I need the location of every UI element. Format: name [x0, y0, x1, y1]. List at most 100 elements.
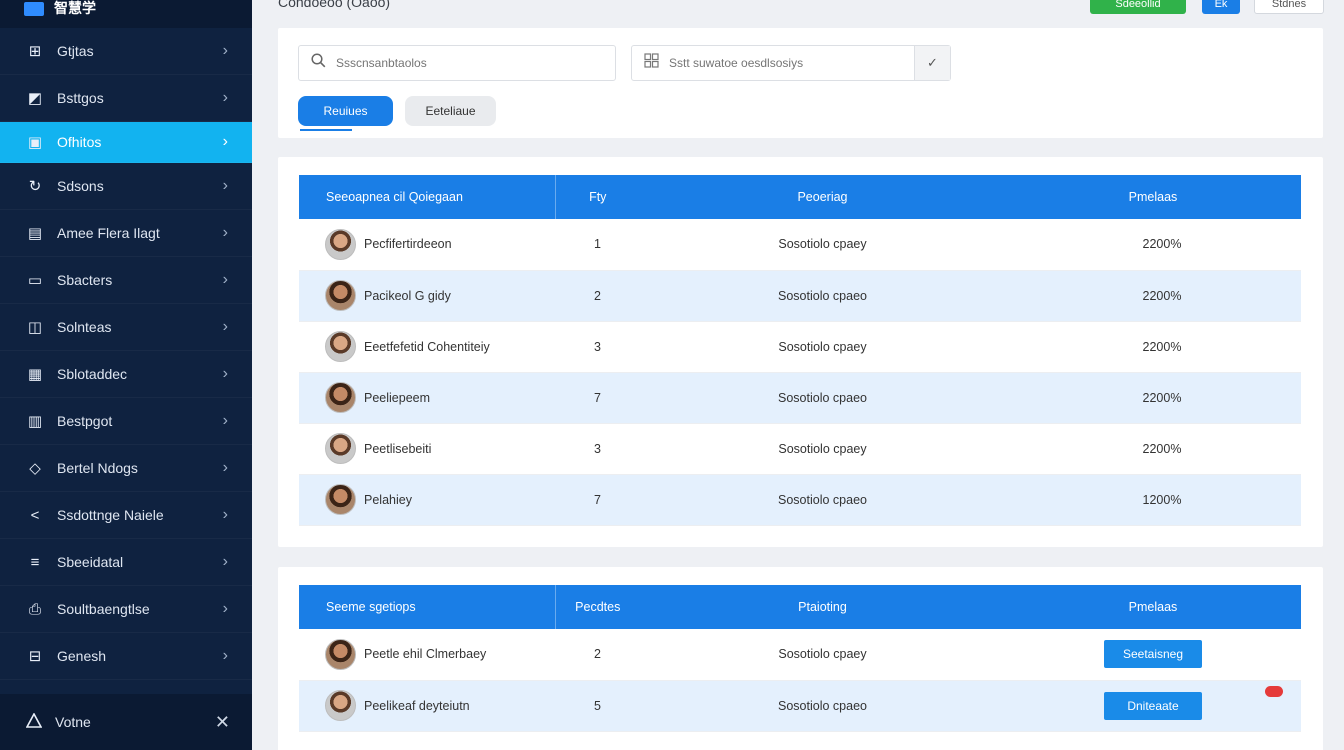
row-name: Pelahiey [364, 492, 412, 507]
name-wrap: Peeliepeem [325, 382, 555, 413]
row-name: Peetlisebeiti [364, 441, 432, 456]
column-header[interactable]: Pmelaas [1005, 175, 1301, 219]
tab-inactive[interactable]: Eeteliaue [405, 96, 496, 126]
sidebar-item-6[interactable]: ◫ Solnteas › [0, 304, 252, 351]
avatar [325, 280, 356, 311]
close-icon[interactable]: ✕ [215, 712, 230, 733]
sidebar-item-3[interactable]: ↻ Sdsons › [0, 163, 252, 210]
sidebar-item-10[interactable]: < Ssdottnge Naiele › [0, 492, 252, 539]
avatar [325, 382, 356, 413]
sidebar-item-9[interactable]: ◇ Bertel Ndogs › [0, 445, 252, 492]
column-header[interactable]: Pecdtes [555, 585, 640, 629]
qty-cell: 3 [594, 441, 601, 456]
secondary-action-button[interactable]: Ek [1202, 0, 1240, 14]
table-row[interactable]: Peeliepeem 7 Sosotiolo cpaeo 2200% [299, 372, 1301, 423]
row-action-button[interactable]: Dniteaate [1104, 691, 1202, 720]
qty-cell: 2 [594, 647, 601, 662]
name-wrap: Pelahiey [325, 484, 555, 515]
sidebar-item-12[interactable]: ⎙ Soultbaengtlse › [0, 586, 252, 633]
sidebar-item-label: Solnteas [57, 319, 112, 335]
table-row[interactable]: Pelahiey 7 Sosotiolo cpaeo 1200% [299, 474, 1301, 525]
qty-cell: 7 [594, 492, 601, 507]
tab-active[interactable]: Reuiues [298, 96, 393, 126]
sidebar-item-label: Ssdottnge Naiele [57, 507, 164, 523]
status-cell: Sosotiolo cpaey [778, 339, 867, 354]
search-box[interactable] [298, 45, 616, 81]
table-row[interactable]: Eeetfefetid Cohentiteiy 3 Sosotiolo cpaey 2… [299, 321, 1301, 372]
chevron-down-icon[interactable]: ✓ [914, 46, 950, 80]
status-cell: Sosotiolo cpaeo [778, 492, 867, 507]
sidebar-item-label: Sdsons [57, 178, 104, 194]
filter-panel: ✓ Reuiues Eeteliaue [278, 28, 1323, 138]
search-input[interactable] [336, 56, 586, 70]
notification-badge [1265, 686, 1283, 697]
sidebar-item-5[interactable]: ▭ Sbacters › [0, 257, 252, 304]
name-cell: Pelahiey [299, 474, 555, 525]
name-cell: Peelikeaf deyteiutn [299, 680, 555, 731]
avatar [325, 433, 356, 464]
sidebar: 智慧学 ⊞ Gtjtas › ◩ Bsttgos › ▣ Ofhitos › ↻ Sdsons › ▤ A… [0, 0, 252, 750]
category-select-input[interactable] [669, 56, 919, 70]
status-cell: Sosotiolo cpaey [778, 237, 867, 252]
column-header[interactable]: Pmelaas [1005, 585, 1301, 629]
qty-cell: 1 [594, 237, 601, 252]
chevron-right-icon: › [222, 459, 228, 476]
percent-cell: 2200% [1142, 339, 1182, 354]
primary-action-button[interactable]: Sdeeollid [1090, 0, 1186, 14]
table-header-row: Seeoapnea cil Qoiegaan Fty Peoeriag Pmel… [299, 175, 1301, 219]
table-row[interactable]: Peetlisebeiti 3 Sosotiolo cpaey 2200% [299, 423, 1301, 474]
image-icon: ◩ [27, 90, 43, 107]
warning-icon [25, 712, 43, 731]
avatar [325, 331, 356, 362]
column-header[interactable]: Ptaioting [640, 585, 1005, 629]
name-wrap: Pacikeol G gidy [325, 280, 555, 311]
sidebar-item-2[interactable]: ▣ Ofhitos › [0, 122, 252, 163]
column-header[interactable]: Peoeriag [640, 175, 1005, 219]
chevron-right-icon: › [222, 133, 228, 150]
sidebar-footer-item[interactable]: Votne ✕ [0, 694, 252, 750]
qty-cell: 2 [594, 288, 601, 303]
column-header[interactable]: Fty [555, 175, 640, 219]
layout-icon: ▥ [27, 413, 43, 430]
row-action-button[interactable]: Seetaisneg [1104, 640, 1202, 669]
name-cell: Peetlisebeiti [299, 423, 555, 474]
tertiary-action-button[interactable]: Stdnes [1254, 0, 1324, 14]
chevron-right-icon: › [222, 224, 228, 241]
sidebar-item-label: Ofhitos [57, 134, 102, 150]
table-row[interactable]: Peelikeaf deyteiutn 5 Sosotiolo cpaeo Dnite… [299, 680, 1301, 731]
sidebar-item-0[interactable]: ⊞ Gtjtas › [0, 28, 252, 75]
card-icon: ▭ [27, 272, 43, 289]
column-header[interactable]: Seeme sgetiops [299, 585, 556, 629]
row-name: Peeliepeem [364, 390, 431, 405]
folder-icon: ▣ [27, 134, 43, 151]
category-select[interactable]: ✓ [631, 45, 951, 81]
table-row[interactable]: Pecfifertirdeeon 1 Sosotiolo cpaey 2200% [299, 219, 1301, 270]
table-row[interactable]: Pacikeol G gidy 2 Sosotiolo cpaeo 2200% [299, 270, 1301, 321]
column-header[interactable]: Seeoapnea cil Qoiegaan [299, 175, 556, 219]
qty-cell: 7 [594, 390, 601, 405]
name-cell: Peeliepeem [299, 372, 555, 423]
sidebar-item-label: Sblotaddec [57, 366, 128, 382]
sidebar-item-label: Sbeeidatal [57, 554, 124, 570]
qty-cell: 3 [594, 339, 601, 354]
chevron-right-icon: › [222, 600, 228, 617]
sidebar-item-label: Bestpgot [57, 413, 113, 429]
sidebar-item-11[interactable]: ≡ Sbeeidatal › [0, 539, 252, 586]
chevron-right-icon: › [222, 42, 228, 59]
chevron-right-icon: › [222, 412, 228, 429]
sidebar-item-4[interactable]: ▤ Amee Flera Ilagt › [0, 210, 252, 257]
percent-cell: 2200% [1142, 441, 1182, 456]
sidebar-item-13[interactable]: ⊟ Genesh › [0, 633, 252, 680]
sidebar-item-8[interactable]: ▥ Bestpgot › [0, 398, 252, 445]
avatar [325, 484, 356, 515]
table-row[interactable]: Peetle ehil Clmerbaey 2 Sosotiolo cpaey See… [299, 629, 1301, 680]
sidebar-item-7[interactable]: ▦ Sblotaddec › [0, 351, 252, 398]
table-header-row: Seeme sgetiops Pecdtes Ptaioting Pmelaas [299, 585, 1301, 629]
avatar [325, 690, 356, 721]
refresh-icon: ↻ [28, 178, 42, 195]
data-table-1: Seeoapnea cil Qoiegaan Fty Peoeriag Pmel… [299, 175, 1301, 526]
sidebar-nav: ⊞ Gtjtas › ◩ Bsttgos › ▣ Ofhitos › ↻ Sdsons › ▤ Amee … [0, 28, 252, 680]
sidebar-item-1[interactable]: ◩ Bsttgos › [0, 75, 252, 122]
chevron-right-icon: › [222, 271, 228, 288]
sidebar-item-label: Amee Flera Ilagt [57, 225, 160, 241]
